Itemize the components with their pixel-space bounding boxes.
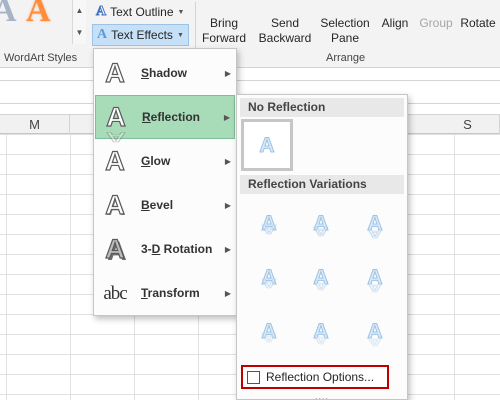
text-effects-label: Text Effects <box>111 28 173 42</box>
menu-item-reflection[interactable]: A Reflection ▶ <box>95 95 235 139</box>
shadow-effect-icon: A <box>105 57 126 88</box>
reflection-variation-option[interactable]: AA <box>349 197 401 249</box>
column-header-s[interactable]: S <box>436 115 500 134</box>
menu-item-label: Glow <box>141 154 171 168</box>
wordart-styles-group-label: WordArt Styles <box>4 52 78 64</box>
text-outline-icon: A <box>95 4 107 19</box>
reflection-options-label: Reflection Options... <box>266 370 375 384</box>
transform-effect-icon: abc <box>103 282 127 304</box>
reflection-mirror-icon: A <box>313 331 329 346</box>
arrange-group-label: Arrange <box>326 52 366 64</box>
gallery-more-icon[interactable]: ▼ <box>73 22 86 44</box>
menu-resize-grip[interactable]: .... <box>315 391 329 400</box>
selection-pane-button[interactable]: Selection Pane <box>318 16 372 46</box>
reflection-mirror-icon: A <box>261 329 277 344</box>
no-reflection-header: No Reflection <box>240 98 404 117</box>
column-header-m[interactable]: M <box>0 115 70 134</box>
reflection-preview-icon: AA <box>367 319 383 348</box>
reflection-options-button[interactable]: Reflection Options... <box>241 365 389 389</box>
bevel-effect-icon: A <box>105 189 126 220</box>
chevron-down-icon: ▼ <box>177 8 185 16</box>
gallery-scroll[interactable]: ▲ ▼ <box>72 0 86 44</box>
text-outline-button[interactable]: A Text Outline ▼ <box>95 3 185 21</box>
send-backward-label-line1: Send <box>270 16 300 30</box>
reflection-variation-option[interactable]: AA <box>295 251 347 303</box>
reflection-variation-option[interactable]: AA <box>295 305 347 357</box>
selection-pane-label-line1: Selection <box>320 16 370 30</box>
bring-forward-label-line1: Bring <box>209 16 238 30</box>
glow-effect-icon: A <box>105 145 126 176</box>
wordart-styles-gallery[interactable]: A A ▲ ▼ <box>0 0 86 44</box>
menu-item-label: Reflection <box>142 110 201 124</box>
menu-item-shadow[interactable]: A Shadow ▶ <box>95 51 235 95</box>
reflection-preview-icon: A <box>259 133 275 157</box>
reflection-preview-icon: AA <box>367 265 383 294</box>
rotate-label: Rotate <box>460 16 496 30</box>
menu-item-label: Shadow <box>141 66 188 80</box>
menu-item-glow[interactable]: A Glow ▶ <box>95 139 235 183</box>
submenu-arrow-icon: ▶ <box>224 288 232 298</box>
menu-item-label: 3-D Rotation <box>141 242 213 256</box>
rotate-button[interactable]: Rotate <box>458 16 498 31</box>
reflection-preview-icon: AA <box>313 265 329 292</box>
submenu-arrow-icon: ▶ <box>223 112 231 122</box>
bring-forward-label-line2: Forward <box>201 31 246 45</box>
3d-rotation-effect-icon: A <box>105 233 126 264</box>
format-options-icon <box>247 370 260 384</box>
reflection-preview-icon: AA <box>261 211 277 236</box>
send-backward-label-line2: Backward <box>258 31 312 45</box>
reflection-variation-option[interactable]: AA <box>243 251 295 303</box>
menu-item-bevel[interactable]: A Bevel ▶ <box>95 183 235 227</box>
reflection-mirror-icon: A <box>367 333 383 348</box>
text-effects-icon: A <box>97 27 108 42</box>
menu-item-label: Bevel <box>141 198 174 212</box>
reflection-mirror-icon: A <box>313 223 329 238</box>
no-reflection-option[interactable]: A <box>241 119 293 171</box>
reflection-preview-icon: AA <box>261 265 277 290</box>
reflection-preview-icon: AA <box>261 319 277 344</box>
reflection-variation-option[interactable]: AA <box>243 305 295 357</box>
reflection-variation-option[interactable]: AA <box>243 197 295 249</box>
bring-forward-button[interactable]: Bring Forward <box>198 16 250 46</box>
gallery-up-icon[interactable]: ▲ <box>73 0 86 22</box>
reflection-preview-icon: AA <box>367 211 383 240</box>
reflection-variation-option[interactable]: AA <box>295 197 347 249</box>
chevron-down-icon: ▼ <box>176 31 184 39</box>
reflection-preview-icon: AA <box>313 211 329 238</box>
menu-item-3d-rotation[interactable]: A 3-D Rotation ▶ <box>95 227 235 271</box>
reflection-mirror-icon: A <box>313 277 329 292</box>
reflection-variation-option[interactable]: AA <box>349 305 401 357</box>
text-effects-button[interactable]: A Text Effects ▼ <box>92 24 189 46</box>
text-outline-label: Text Outline <box>110 5 174 19</box>
reflection-variation-option[interactable]: AA <box>349 251 401 303</box>
reflection-mirror-icon: A <box>261 275 277 290</box>
reflection-mirror-icon: A <box>367 225 383 240</box>
ribbon: A A ▲ ▼ A Text Outline ▼ A Text Effects … <box>0 0 500 68</box>
text-effects-menu: A Shadow ▶ A Reflection ▶ A Glow ▶ A Bev… <box>93 48 237 316</box>
submenu-arrow-icon: ▶ <box>224 244 232 254</box>
submenu-arrow-icon: ▶ <box>224 156 232 166</box>
reflection-mirror-icon: A <box>261 221 277 236</box>
reflection-effect-icon: A <box>96 102 136 130</box>
wordart-style-swatch[interactable]: A <box>0 0 17 28</box>
selection-pane-label-line2: Pane <box>330 31 360 45</box>
align-button[interactable]: Align <box>378 16 412 31</box>
menu-item-label: Transform <box>141 286 200 300</box>
menu-item-transform[interactable]: abc Transform ▶ <box>95 271 235 315</box>
send-backward-button[interactable]: Send Backward <box>256 16 314 46</box>
reflection-preview-icon: AA <box>313 319 329 346</box>
align-label: Align <box>381 16 409 30</box>
reflection-submenu: No Reflection A Reflection Variations AA… <box>236 94 408 400</box>
wordart-style-swatch-orange[interactable]: A <box>26 0 51 28</box>
group-button: Group <box>417 16 455 31</box>
reflection-variations-header: Reflection Variations <box>240 175 404 194</box>
submenu-arrow-icon: ▶ <box>224 68 232 78</box>
group-label: Group <box>419 16 453 30</box>
submenu-arrow-icon: ▶ <box>224 200 232 210</box>
reflection-mirror-icon: A <box>367 279 383 294</box>
